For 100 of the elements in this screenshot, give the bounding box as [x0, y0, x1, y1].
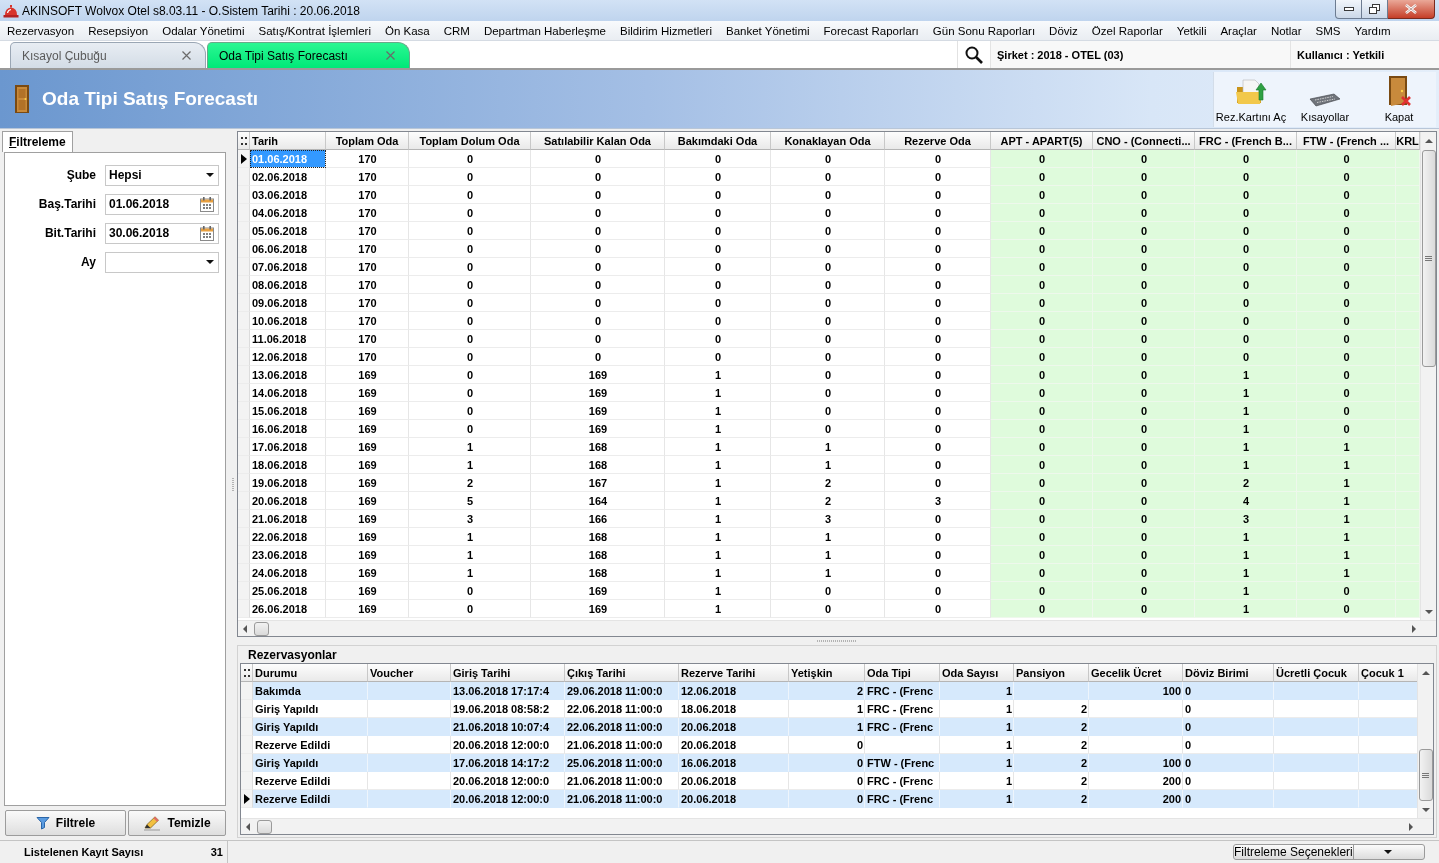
column-header[interactable]: Döviz Birimi — [1183, 664, 1274, 682]
table-row[interactable]: Bakımda 13.06.2018 17:17:4 29.06.2018 11:00:0 12.06.2018 2 FRC - (Frenc 1 100 0 — [241, 682, 1417, 700]
table-row[interactable]: 19.06.2018 169 2 167 1 2 0 0 0 2 1 — [238, 474, 1420, 492]
column-header[interactable]: Pansiyon — [1014, 664, 1089, 682]
table-row[interactable]: 20.06.2018 169 5 164 1 2 3 0 0 4 1 — [238, 492, 1420, 510]
column-header[interactable]: Rezerve Tarihi — [679, 664, 789, 682]
menu-item[interactable]: Yardım — [1347, 21, 1398, 40]
menu-item[interactable]: Departman Haberleşme — [476, 21, 613, 40]
table-row[interactable]: 18.06.2018 169 1 168 1 1 0 0 0 1 1 — [238, 456, 1420, 474]
table-row[interactable]: 21.06.2018 169 3 166 1 3 0 0 0 3 1 — [238, 510, 1420, 528]
up-arrow-icon[interactable] — [1424, 138, 1433, 143]
scrollbar-thumb[interactable] — [1421, 150, 1436, 367]
column-header[interactable]: Ücretli Çocuk — [1274, 664, 1359, 682]
restore-button[interactable] — [1362, 0, 1388, 19]
close-page-button[interactable]: Kapat — [1362, 71, 1436, 127]
column-header[interactable]: FTW - (French ... — [1297, 132, 1396, 150]
table-row[interactable]: 05.06.2018 170 0 0 0 0 0 0 0 0 0 — [238, 222, 1420, 240]
grid-corner[interactable] — [238, 132, 250, 150]
table-row[interactable]: 07.06.2018 170 0 0 0 0 0 0 0 0 0 — [238, 258, 1420, 276]
table-row[interactable]: Giriş Yapıldı 17.06.2018 14:17:2 25.06.2018 11:00:0 16.06.2018 0 FTW - (Frenc 1 2 100 0 — [241, 754, 1417, 772]
date-field[interactable]: 30.06.2018 — [105, 222, 219, 244]
column-header[interactable]: Voucher — [368, 664, 451, 682]
horizontal-scrollbar[interactable] — [238, 621, 1420, 636]
menu-item[interactable]: Yetkili — [1169, 21, 1214, 40]
close-icon[interactable] — [182, 51, 191, 60]
down-arrow-icon[interactable] — [1424, 609, 1433, 614]
table-row[interactable]: 06.06.2018 170 0 0 0 0 0 0 0 0 0 — [238, 240, 1420, 258]
date-field[interactable]: 01.06.2018 — [105, 193, 219, 215]
filter-button[interactable]: Filtrele — [5, 810, 126, 836]
open-card-button[interactable]: Rez.Kartını Aç — [1214, 71, 1288, 127]
table-row[interactable]: 10.06.2018 170 0 0 0 0 0 0 0 0 0 — [238, 312, 1420, 330]
right-arrow-icon[interactable] — [1412, 624, 1416, 633]
column-header[interactable]: Bakımdaki Oda — [665, 132, 771, 150]
menu-item[interactable]: Satış/Kontrat İşlemleri — [251, 21, 378, 40]
column-header[interactable]: Toplam Oda — [326, 132, 409, 150]
calendar-icon[interactable] — [200, 225, 214, 241]
column-header[interactable]: Giriş Tarihi — [451, 664, 565, 682]
vertical-scrollbar[interactable] — [1420, 132, 1436, 620]
close-icon[interactable] — [386, 51, 395, 60]
filter-options-button[interactable]: Filtreleme Seçenekleri — [1233, 844, 1425, 860]
table-row[interactable]: 09.06.2018 170 0 0 0 0 0 0 0 0 0 — [238, 294, 1420, 312]
scrollbar-thumb[interactable] — [257, 819, 272, 834]
table-row[interactable]: 02.06.2018 170 0 0 0 0 0 0 0 0 0 — [238, 168, 1420, 186]
left-arrow-icon[interactable] — [243, 624, 247, 633]
table-row[interactable]: 11.06.2018 170 0 0 0 0 0 0 0 0 0 — [238, 330, 1420, 348]
column-header[interactable]: Tarih — [250, 132, 326, 150]
menu-item[interactable]: Forecast Raporları — [816, 21, 926, 40]
table-row[interactable]: 15.06.2018 169 0 169 1 0 0 0 0 1 0 — [238, 402, 1420, 420]
menu-item[interactable]: Araçlar — [1213, 21, 1264, 40]
column-header[interactable]: APT - APART(5) — [991, 132, 1093, 150]
menu-item[interactable]: Banket Yönetimi — [719, 21, 817, 40]
column-header[interactable]: Çocuk 1 — [1359, 664, 1417, 682]
menu-item[interactable]: Resepsiyon — [81, 21, 156, 40]
menu-item[interactable]: Rezervasyon — [0, 21, 82, 40]
table-row[interactable]: Giriş Yapıldı 21.06.2018 10:07:4 22.06.2018 11:00:0 20.06.2018 1 FRC - (Frenc 1 2 0 — [241, 718, 1417, 736]
right-arrow-icon[interactable] — [1409, 822, 1413, 831]
menu-item[interactable]: Döviz — [1042, 21, 1085, 40]
table-row[interactable]: 01.06.2018 170 0 0 0 0 0 0 0 0 0 — [238, 150, 1420, 168]
table-row[interactable]: 26.06.2018 169 0 169 1 0 0 0 0 1 0 — [238, 600, 1420, 618]
table-row[interactable]: 08.06.2018 170 0 0 0 0 0 0 0 0 0 — [238, 276, 1420, 294]
table-row[interactable]: 17.06.2018 169 1 168 1 1 0 0 0 1 1 — [238, 438, 1420, 456]
row-selector[interactable] — [238, 150, 250, 168]
vertical-scrollbar[interactable] — [1417, 664, 1433, 818]
table-row[interactable]: 23.06.2018 169 1 168 1 1 0 0 0 1 1 — [238, 546, 1420, 564]
calendar-icon[interactable] — [200, 196, 214, 212]
select-field[interactable] — [105, 251, 219, 273]
column-header[interactable]: Yetişkin — [789, 664, 865, 682]
column-header[interactable]: CNO - (Connecti... — [1093, 132, 1195, 150]
table-row[interactable]: Rezerve Edildi 20.06.2018 12:00:0 21.06.2018 11:00:0 20.06.2018 0 FRC - (Frenc 1 2 200 0 — [241, 790, 1417, 808]
table-row[interactable]: 03.06.2018 170 0 0 0 0 0 0 0 0 0 — [238, 186, 1420, 204]
menu-item[interactable]: SMS — [1308, 21, 1348, 40]
table-row[interactable]: 12.06.2018 170 0 0 0 0 0 0 0 0 0 — [238, 348, 1420, 366]
select-field[interactable]: Hepsi — [105, 164, 219, 186]
menu-item[interactable]: Gün Sonu Raporları — [925, 21, 1043, 40]
column-header[interactable]: Durumu — [253, 664, 368, 682]
table-row[interactable]: 25.06.2018 169 0 169 1 0 0 0 0 1 0 — [238, 582, 1420, 600]
window-close-button[interactable] — [1388, 0, 1435, 19]
shortcuts-button[interactable]: Kısayollar — [1288, 71, 1362, 127]
column-header[interactable]: FRC - (French B... — [1195, 132, 1297, 150]
column-header[interactable]: Oda Sayısı — [940, 664, 1014, 682]
scrollbar-thumb[interactable] — [1418, 749, 1433, 801]
search-icon[interactable] — [965, 45, 983, 64]
menu-item[interactable]: Notlar — [1263, 21, 1309, 40]
column-header[interactable]: Rezerve Oda — [885, 132, 991, 150]
left-arrow-icon[interactable] — [246, 822, 250, 831]
menu-item[interactable]: CRM — [436, 21, 477, 40]
filter-tab[interactable]: Filtreleme — [2, 131, 73, 152]
up-arrow-icon[interactable] — [1421, 670, 1430, 675]
menu-item[interactable]: Ön Kasa — [377, 21, 437, 40]
column-header[interactable]: Toplam Dolum Oda — [409, 132, 531, 150]
horizontal-scrollbar[interactable] — [241, 819, 1417, 834]
row-selector[interactable] — [241, 790, 253, 808]
column-header[interactable]: Satılabilir Kalan Oda — [531, 132, 665, 150]
table-row[interactable]: 24.06.2018 169 1 168 1 1 0 0 0 1 1 — [238, 564, 1420, 582]
down-arrow-icon[interactable] — [1421, 807, 1430, 812]
table-row[interactable]: 04.06.2018 170 0 0 0 0 0 0 0 0 0 — [238, 204, 1420, 222]
scrollbar-thumb[interactable] — [254, 621, 269, 636]
minimize-button[interactable] — [1335, 0, 1362, 19]
menu-item[interactable]: Özel Raporlar — [1084, 21, 1170, 40]
column-header[interactable]: KRL — [1396, 132, 1420, 150]
